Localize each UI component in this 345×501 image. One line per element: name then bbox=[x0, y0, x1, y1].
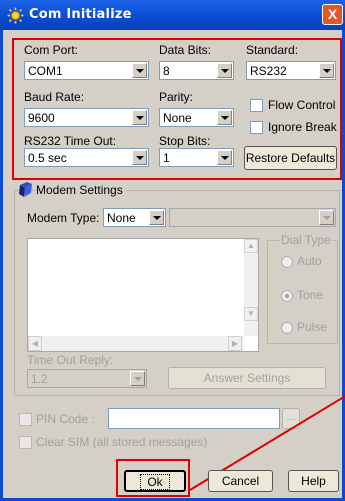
com-port-label: Com Port: bbox=[24, 43, 79, 57]
chevron-down-icon[interactable] bbox=[130, 371, 145, 386]
chevron-down-icon[interactable] bbox=[217, 63, 232, 78]
dial-auto-label: Auto bbox=[297, 254, 322, 268]
title-bar: Com Initialize X bbox=[0, 0, 345, 30]
com-port-select[interactable]: COM1 bbox=[24, 61, 149, 80]
baud-rate-select[interactable]: 9600 bbox=[24, 108, 149, 127]
horizontal-scrollbar[interactable]: ◀ ▶ bbox=[28, 336, 244, 351]
clear-sim-label: Clear SIM (all stored messages) bbox=[36, 435, 208, 449]
chevron-down-icon[interactable] bbox=[132, 110, 147, 125]
flow-control-checkbox[interactable] bbox=[250, 99, 263, 112]
scroll-right-icon[interactable]: ▶ bbox=[228, 336, 242, 351]
pin-label: PIN Code : bbox=[36, 412, 95, 426]
flow-control-label: Flow Control bbox=[268, 98, 336, 112]
modem-type-select[interactable]: None bbox=[103, 208, 166, 227]
stop-bits-select[interactable]: 1 bbox=[159, 148, 234, 167]
dial-tone-radio[interactable] bbox=[281, 290, 293, 302]
dial-tone-label: Tone bbox=[297, 288, 324, 302]
help-button[interactable]: Help bbox=[288, 470, 339, 492]
sun-icon bbox=[7, 7, 24, 24]
scroll-down-icon[interactable]: ▼ bbox=[244, 307, 258, 321]
chevron-down-icon[interactable] bbox=[132, 63, 147, 78]
rs232-timeout-label: RS232 Time Out: bbox=[24, 134, 117, 148]
scroll-up-icon[interactable]: ▲ bbox=[244, 239, 258, 253]
restore-defaults-button[interactable]: Restore Defaults bbox=[244, 146, 337, 170]
standard-select[interactable]: RS232 bbox=[246, 61, 336, 80]
dial-type-label: Dial Type bbox=[279, 233, 333, 247]
close-button[interactable]: X bbox=[322, 4, 343, 25]
standard-label: Standard: bbox=[246, 43, 299, 57]
parity-select[interactable]: None bbox=[159, 108, 234, 127]
timeout-reply-label: Time Out Reply: bbox=[27, 353, 114, 367]
modem-model-select[interactable] bbox=[169, 208, 336, 227]
chevron-down-icon[interactable] bbox=[149, 210, 164, 225]
clear-sim-checkbox[interactable] bbox=[19, 436, 32, 449]
pin-input[interactable] bbox=[108, 408, 280, 429]
pin-checkbox[interactable] bbox=[19, 413, 32, 426]
vertical-scrollbar[interactable]: ▲ ▼ bbox=[244, 239, 258, 336]
data-bits-select[interactable]: 8 bbox=[159, 61, 234, 80]
chevron-down-icon[interactable] bbox=[319, 210, 334, 225]
rs232-timeout-select[interactable]: 0.5 sec bbox=[24, 148, 149, 167]
scroll-left-icon[interactable]: ◀ bbox=[28, 336, 42, 351]
cancel-button[interactable]: Cancel bbox=[208, 470, 273, 492]
data-bits-label: Data Bits: bbox=[159, 43, 212, 57]
dial-auto-radio[interactable] bbox=[281, 256, 293, 268]
book-icon bbox=[19, 182, 32, 197]
window-title: Com Initialize bbox=[29, 7, 132, 22]
chevron-down-icon[interactable] bbox=[217, 110, 232, 125]
stop-bits-label: Stop Bits: bbox=[159, 134, 211, 148]
chevron-down-icon[interactable] bbox=[132, 150, 147, 165]
timeout-reply-select[interactable]: 1.2 bbox=[27, 369, 147, 388]
baud-rate-label: Baud Rate: bbox=[24, 90, 85, 104]
ok-button[interactable]: Ok bbox=[124, 470, 186, 492]
browse-button[interactable]: ... bbox=[282, 408, 300, 429]
modem-type-label: Modem Type: bbox=[27, 211, 100, 225]
ignore-break-label: Ignore Break bbox=[268, 120, 337, 134]
answer-settings-button[interactable]: Answer Settings bbox=[168, 367, 326, 389]
modem-list[interactable] bbox=[27, 238, 259, 352]
modem-settings-label: Modem Settings bbox=[36, 183, 126, 197]
ok-label: Ok bbox=[140, 474, 170, 490]
chevron-down-icon[interactable] bbox=[217, 150, 232, 165]
ignore-break-checkbox[interactable] bbox=[250, 121, 263, 134]
dial-pulse-radio[interactable] bbox=[281, 322, 293, 334]
chevron-down-icon[interactable] bbox=[319, 63, 334, 78]
dial-pulse-label: Pulse bbox=[297, 320, 328, 334]
parity-label: Parity: bbox=[159, 90, 194, 104]
